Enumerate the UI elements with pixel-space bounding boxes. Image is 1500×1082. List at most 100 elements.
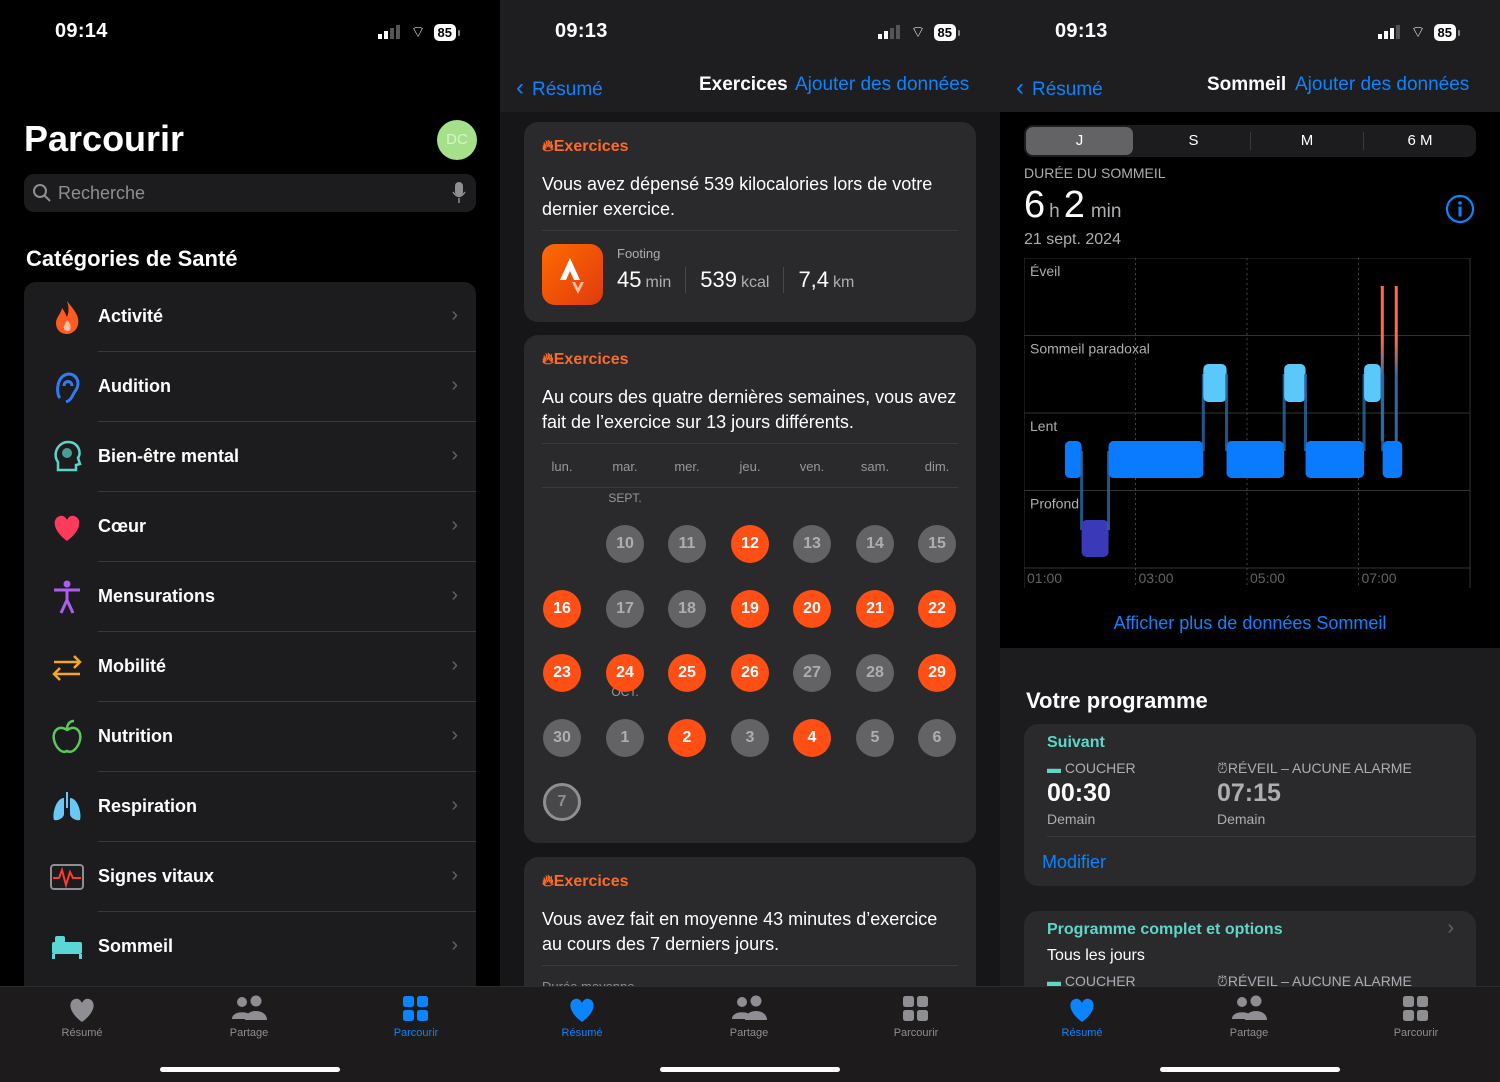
calendar-day[interactable]: 10 (606, 525, 644, 563)
calendar-day[interactable]: 5 (856, 719, 894, 757)
sleep-segment-core (1064, 441, 1082, 478)
tab-label: Parcourir (393, 1027, 439, 1039)
range-week[interactable]: S (1137, 125, 1250, 157)
back-button[interactable]: ‹ Résumé (516, 74, 603, 102)
back-button[interactable]: ‹ Résumé (1016, 74, 1103, 102)
weekday-label: jeu. (739, 459, 761, 474)
calendar-day[interactable]: 13 (793, 525, 831, 563)
category-figure[interactable]: Mensurations › (24, 562, 476, 632)
category-bed[interactable]: Sommeil › (24, 912, 476, 982)
calendar-day[interactable]: 30 (543, 719, 581, 757)
calendar-day-exercised[interactable]: 2 (668, 719, 706, 757)
calendar-day-exercised[interactable]: 21 (856, 590, 894, 628)
calendar-day[interactable]: 15 (918, 525, 956, 563)
sleep-segment-rem (1364, 364, 1381, 402)
status-time: 09:13 (555, 20, 608, 42)
show-more-sleep-link[interactable]: Afficher plus de données Sommeil (1000, 613, 1500, 634)
calendar-day-exercised[interactable]: 26 (731, 654, 769, 692)
edit-button[interactable]: Modifier (1042, 852, 1106, 873)
calendar-day-exercised[interactable]: 29 (918, 654, 956, 692)
flame-icon: 🔥︎ (542, 138, 554, 155)
microphone-icon[interactable] (452, 182, 466, 204)
calendar-day[interactable]: 11 (668, 525, 706, 563)
chevron-right-icon: › (451, 724, 458, 746)
range-6-months[interactable]: 6 M (1363, 132, 1476, 150)
search-input[interactable]: Recherche (24, 174, 476, 212)
calendar-day[interactable]: 28 (856, 654, 894, 692)
stage-transition (1304, 374, 1308, 451)
wifi-icon: ⌔ (1410, 24, 1426, 41)
calendar-day[interactable]: 3 (731, 719, 769, 757)
info-icon[interactable] (1445, 194, 1475, 224)
tab-summary[interactable]: Résumé (1032, 995, 1132, 1039)
category-label: Cœur (98, 516, 146, 536)
stage-transition (1225, 374, 1229, 451)
arrows-icon (52, 655, 82, 681)
calendar-day[interactable]: 18 (668, 590, 706, 628)
exercise-days-card[interactable]: 🔥︎Exercices Au cours des quatre dernière… (524, 335, 976, 843)
category-label: Audition (98, 376, 171, 396)
status-icons: ⌔ 85 (1378, 22, 1461, 42)
card-header: 🔥︎Exercices (542, 138, 629, 155)
range-month[interactable]: M (1250, 132, 1363, 150)
exercise-screen: 09:13 ⌔ 85 ‹ Résumé Exercices Ajouter des… (500, 0, 1000, 1082)
card-header: 🔥︎Exercices (542, 351, 629, 368)
tab-summary[interactable]: Résumé (532, 995, 632, 1039)
calendar-day-exercised[interactable]: 22 (918, 590, 956, 628)
flame-icon (56, 301, 79, 334)
category-label: Activité (98, 306, 164, 326)
avatar[interactable]: DC (437, 120, 477, 160)
calendar-day[interactable]: 17 (606, 590, 644, 628)
sleep-segment-rem (1203, 364, 1227, 402)
category-apple[interactable]: Nutrition › (24, 702, 476, 772)
back-label: Résumé (1032, 79, 1103, 100)
sleep-duration-value: 6h 2 min (1024, 184, 1122, 226)
program-title: Votre programme (1026, 688, 1208, 713)
calendar-day-exercised[interactable]: 23 (543, 654, 581, 692)
calendar-day[interactable]: 27 (793, 654, 831, 692)
tab-browse[interactable]: Parcourir (1366, 995, 1466, 1039)
status-icons: ⌔ 85 (878, 22, 961, 42)
grid-icon (1403, 996, 1428, 1021)
add-data-button[interactable]: Ajouter des données (795, 74, 969, 96)
calendar-day-exercised[interactable]: 20 (793, 590, 831, 628)
calendar-day[interactable]: 14 (856, 525, 894, 563)
sleep-duration-label: DURÉE DU SOMMEIL (1024, 165, 1166, 181)
grid-icon (403, 996, 428, 1021)
category-flame[interactable]: Activité › (24, 282, 476, 352)
calendar-day[interactable]: 6 (918, 719, 956, 757)
tab-sharing[interactable]: Partage (1199, 995, 1299, 1039)
calendar-day-exercised[interactable]: 24 (606, 654, 644, 692)
heart-icon (1070, 998, 1094, 1022)
category-heart[interactable]: Cœur › (24, 492, 476, 562)
calendar-day-today[interactable]: 7 (543, 783, 581, 821)
signal-icon (878, 25, 901, 39)
tab-browse[interactable]: Parcourir (366, 995, 466, 1039)
weekday-label: mer. (674, 459, 700, 474)
category-waveform[interactable]: Signes vitaux › (24, 842, 476, 912)
lungs-icon (53, 792, 81, 821)
calendar-day-exercised[interactable]: 16 (543, 590, 581, 628)
category-lungs[interactable]: Respiration › (24, 772, 476, 842)
category-ear[interactable]: Audition › (24, 352, 476, 422)
category-arrows[interactable]: Mobilité › (24, 632, 476, 702)
range-day[interactable]: J (1026, 127, 1133, 155)
tab-browse[interactable]: Parcourir (866, 995, 966, 1039)
tab-sharing[interactable]: Partage (699, 995, 799, 1039)
people-icon (232, 995, 267, 1020)
calendar-day-exercised[interactable]: 12 (731, 525, 769, 563)
calendar-day[interactable]: 1 (606, 719, 644, 757)
add-data-button[interactable]: Ajouter des données (1295, 74, 1469, 96)
calendar-day-exercised[interactable]: 19 (731, 590, 769, 628)
tab-sharing[interactable]: Partage (199, 995, 299, 1039)
chevron-right-icon: › (451, 584, 458, 606)
chevron-left-icon: ‹ (516, 74, 524, 101)
category-head[interactable]: Bien-être mental › (24, 422, 476, 492)
calendar-day-exercised[interactable]: 4 (793, 719, 831, 757)
last-workout-card[interactable]: 🔥︎Exercices Vous avez dépensé 539 kiloca… (524, 122, 976, 322)
home-indicator (1160, 1067, 1340, 1072)
calendar-day-exercised[interactable]: 25 (668, 654, 706, 692)
tab-summary[interactable]: Résumé (32, 995, 132, 1039)
bedtime-day: Demain (1047, 811, 1096, 827)
waveform-icon (50, 864, 84, 890)
